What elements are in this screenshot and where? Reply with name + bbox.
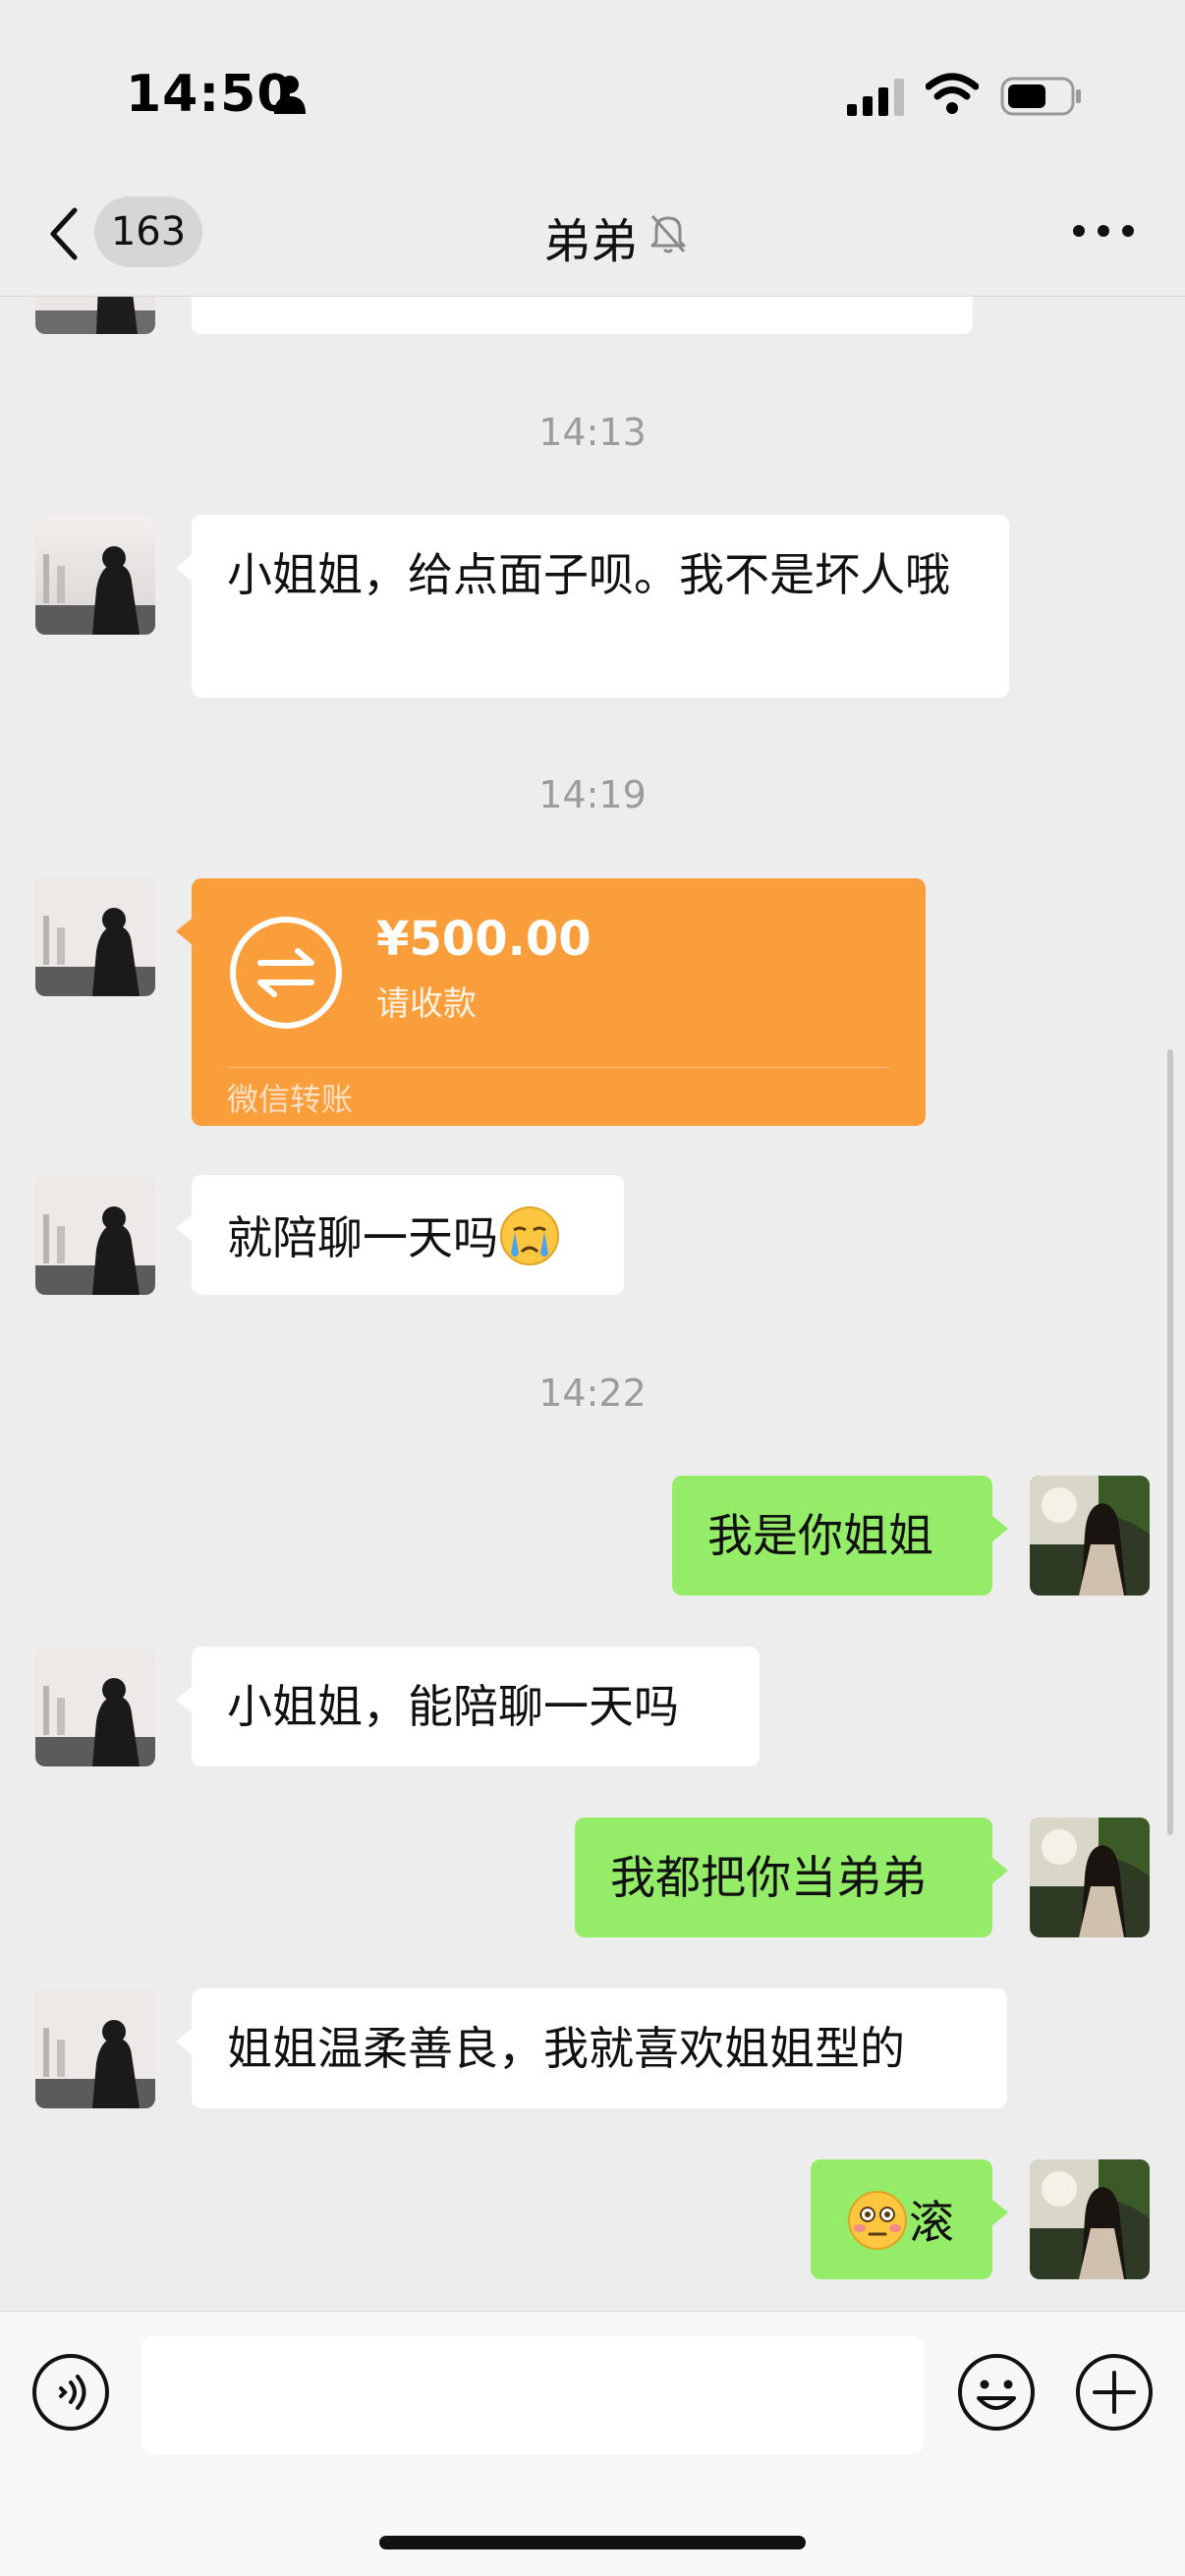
outgoing-message: 我是你姐姐 [672,1476,1008,1596]
chat-header: 163 弟弟 [0,187,1185,297]
back-chevron-icon[interactable] [47,206,81,261]
input-bar [0,2311,1185,2576]
crying-face-icon [500,1206,559,1265]
message-text: 小姐姐，给点面子呗。我不是坏人哦 [227,548,950,601]
transfer-amount: ¥500.00 [376,912,592,967]
my-avatar[interactable] [1030,2159,1150,2279]
transfer-arrows-icon [230,917,342,1029]
wifi-icon [926,73,979,114]
unread-count-badge[interactable]: 163 [94,196,202,267]
more-options-icon[interactable] [1071,214,1136,248]
status-bar: 14:50 [0,0,1185,187]
message-text: 姐姐温柔善良，我就喜欢姐姐型的 [227,2022,905,2075]
message-input[interactable] [141,2336,924,2454]
contact-avatar[interactable] [35,1647,155,1766]
incoming-message: 姐姐温柔善良，我就喜欢姐姐型的 [176,1988,1007,2108]
flushed-face-icon [848,2191,907,2250]
incoming-message: 小姐姐，给点面子呗。我不是坏人哦 [176,515,1009,698]
voice-input-icon[interactable] [31,2353,110,2432]
wechat-transfer-card[interactable]: ¥500.00 请收款 微信转账 [176,878,926,1126]
outgoing-message: 我都把你当弟弟 [575,1818,1008,1937]
contact-avatar[interactable] [35,1175,155,1295]
message-text: 我都把你当弟弟 [610,1851,927,1904]
home-indicator[interactable] [379,2536,806,2549]
message-timestamp: 14:13 [538,411,647,454]
message-text: 就陪聊一天吗 [227,1211,498,1264]
battery-icon [1000,77,1081,116]
incoming-message: 就陪聊一天吗 [176,1175,624,1295]
status-time: 14:50 [126,65,294,124]
my-avatar[interactable] [1030,1476,1150,1596]
contact-avatar[interactable] [35,515,155,635]
emoji-picker-icon[interactable] [957,2353,1036,2432]
my-avatar[interactable] [1030,1818,1150,1937]
chat-title: 弟弟 [543,214,639,269]
contact-avatar[interactable] [35,1988,155,2108]
mute-bell-icon [650,215,686,253]
contact-avatar[interactable] [35,876,155,996]
outgoing-message: 滚 [811,2159,1008,2279]
more-actions-plus-icon[interactable] [1075,2353,1154,2432]
incoming-message: 小姐姐，能陪聊一天吗 [176,1647,760,1766]
message-timestamp: 14:19 [538,773,647,816]
scrollbar[interactable] [1167,1049,1173,1835]
cellular-signal-icon [847,79,904,116]
transfer-status: 请收款 [376,984,477,1024]
transfer-divider [227,1067,890,1068]
message-text: 滚 [909,2196,954,2249]
message-timestamp: 14:22 [538,1372,647,1415]
message-text: 我是你姐姐 [707,1509,933,1562]
transfer-label: 微信转账 [227,1081,354,1118]
message-text: 小姐姐，能陪聊一天吗 [227,1680,679,1733]
person-icon [274,76,306,114]
